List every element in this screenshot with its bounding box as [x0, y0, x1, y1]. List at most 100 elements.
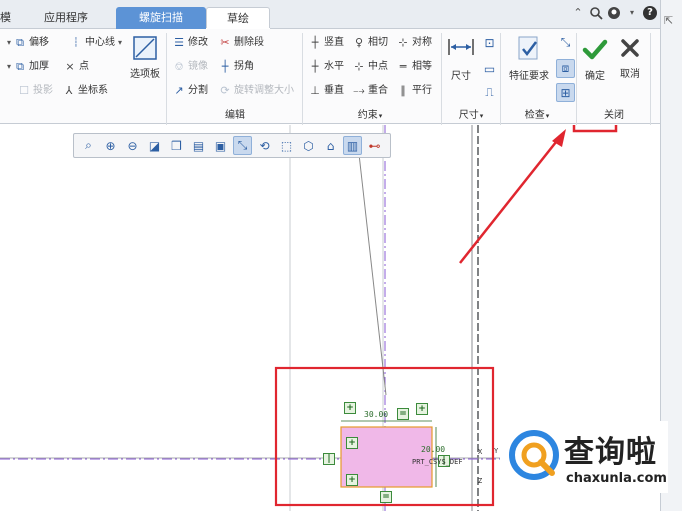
view-manager-icon[interactable]: ▣ [211, 136, 230, 155]
dropdown-caret-icon: ▾ [7, 62, 12, 71]
datum-display-icon[interactable]: ⬚ [277, 136, 296, 155]
highlight-open-ends-icon[interactable]: ⤡ [556, 33, 575, 52]
ok-button[interactable]: 确定 [578, 31, 612, 107]
corner-icon: ┼ [221, 60, 229, 73]
settings-icon[interactable]: ⊷ [365, 136, 384, 155]
horizontal-label: 水平 [324, 61, 344, 72]
in-graphics-toolbar: ⌕ ⊕ ⊖ ◪ ❒ ▤ ▣ ⤡ ⟲ ⬚ ⬡ ⌂ ▥ ⊷ [73, 133, 391, 158]
thicken-icon: ⧉ [16, 60, 24, 73]
point-label: 点 [79, 61, 89, 72]
dimension-vertical[interactable]: 20.00 [421, 445, 445, 454]
feature-requirements-button[interactable]: 特征要求 [506, 35, 552, 82]
constraint-coincident-button[interactable]: ⤍ 重合 [352, 82, 388, 100]
group-separator [441, 33, 442, 125]
community-icon[interactable] [607, 6, 621, 20]
constraint-vertical-button[interactable]: ┼ 竖直 [308, 34, 344, 52]
dimension-button[interactable]: 尺寸 [444, 37, 478, 82]
thicken-button[interactable]: ▾ ⧉ 加厚 [6, 58, 49, 76]
constraint-symmetric-button[interactable]: ⊹ 对称 [396, 34, 432, 52]
offset-button[interactable]: ▾ ⧉ 偏移 [6, 34, 49, 52]
references-icon[interactable]: ⟲ [255, 136, 274, 155]
constraint-handle[interactable]: + [346, 437, 358, 449]
sketch-display-icon[interactable]: ⤡ [233, 136, 252, 155]
group-separator [166, 33, 167, 125]
minimize-ribbon-icon[interactable]: ⌃ [571, 6, 585, 20]
constraint-perpendicular-button[interactable]: ⊥ 垂直 [308, 82, 344, 100]
constraint-horizontal-button[interactable]: ┼ 水平 [308, 58, 344, 76]
group-label-constraints[interactable]: 约束▾ [340, 109, 400, 123]
divide-button[interactable]: ↗ 分割 [172, 82, 208, 100]
watermark-title: 查询啦 [564, 435, 657, 470]
shade-closed-loops-icon[interactable]: ⊞ [556, 83, 575, 102]
repaint-icon[interactable]: ◪ [145, 136, 164, 155]
dropdown-caret-icon[interactable]: ▾ [625, 6, 639, 20]
tab-model[interactable]: 模 [0, 7, 16, 29]
help-icon[interactable]: ? [643, 6, 657, 20]
constraint-parallel-button[interactable]: ∥ 平行 [396, 82, 432, 100]
constraint-tangent-button[interactable]: ♀ 相切 [352, 34, 388, 52]
constraint-handle[interactable]: = [380, 491, 392, 503]
thicken-label: 加厚 [29, 61, 50, 72]
annotation-arrow [459, 136, 561, 264]
constraints-label-text: 约束 [357, 110, 378, 121]
constraint-handle[interactable]: | [323, 453, 335, 465]
offset-icon: ⧉ [16, 36, 24, 49]
constraint-midpoint-button[interactable]: ⊹ 中点 [352, 58, 388, 76]
chaxunla-logo-icon [509, 430, 559, 480]
refit-icon[interactable]: ⌕ [79, 136, 98, 155]
zoom-out-icon[interactable]: ⊖ [123, 136, 142, 155]
dimension-horizontal[interactable]: 30.00 [364, 410, 388, 419]
constraint-equal-button[interactable]: ═ 相等 [396, 58, 432, 76]
group-label-inspect[interactable]: 检查▾ [514, 109, 560, 123]
symmetric-label: 对称 [412, 37, 432, 48]
cancel-button[interactable]: 取消 [616, 37, 644, 80]
ribbon: ▾ ⧉ 偏移 ▾ ⧉ 加厚 ☐ 投影 ┆ 中心线 ▾ × 点 ⅄ 坐标系 选项板… [0, 29, 660, 125]
coordinate-system-label: 坐标系 [78, 85, 108, 96]
group-separator [650, 33, 651, 125]
dimension-label: 尺寸 [451, 71, 471, 82]
dropdown-caret-icon: ▾ [378, 112, 383, 120]
sketch-view-icon[interactable]: ⌂ [321, 136, 340, 155]
saved-orientations-icon[interactable]: ▤ [189, 136, 208, 155]
divide-label: 分割 [188, 85, 208, 96]
coordinate-system-label: PRT_CSYS_DEF [412, 458, 463, 466]
modify-button[interactable]: ☰ 修改 [172, 34, 208, 52]
feature-requirements-icon [518, 36, 538, 60]
baseline-icon[interactable]: ⎍ [480, 83, 499, 102]
zoom-in-icon[interactable]: ⊕ [101, 136, 120, 155]
constraint-handle[interactable]: + [416, 403, 428, 415]
constraint-handle[interactable]: + [346, 474, 358, 486]
watermark-url: chaxunla.com [566, 471, 667, 486]
tab-applications[interactable]: 应用程序 [22, 7, 110, 29]
spin-center-icon[interactable]: ⬡ [299, 136, 318, 155]
mirror-icon: ⎊ [174, 60, 184, 73]
tab-sketch[interactable]: 草绘 [206, 7, 270, 29]
display-style-icon[interactable]: ❒ [167, 136, 186, 155]
constraint-handle[interactable]: + [344, 402, 356, 414]
coordinate-system-icon: ⅄ [65, 84, 73, 97]
coordinate-system-button[interactable]: ⅄ 坐标系 [62, 82, 108, 100]
tab-helical-sweep[interactable]: 螺旋扫描 [116, 7, 206, 29]
rotate-resize-button[interactable]: ⟳ 旋转调整大小 [218, 82, 294, 100]
dimension-display-icon[interactable]: ▥ [343, 136, 362, 155]
dock-panel-icon[interactable]: ⇱ [664, 14, 673, 27]
constraint-handle[interactable]: = [397, 408, 409, 420]
midpoint-label: 中点 [368, 61, 388, 72]
centerline-icon: ┆ [73, 38, 79, 48]
mirror-button[interactable]: ⎊ 镜像 [172, 58, 208, 76]
divide-icon: ↗ [174, 84, 184, 97]
group-label-edit: 编辑 [225, 110, 245, 121]
rotate-resize-icon: ⟳ [220, 84, 230, 97]
delete-segment-button[interactable]: ✂ 删除段 [218, 34, 264, 52]
offset-label: 偏移 [29, 37, 50, 48]
search-icon[interactable] [589, 6, 603, 20]
group-label-dimension[interactable]: 尺寸▾ [448, 109, 494, 123]
centerline-button[interactable]: ┆ 中心线 ▾ [69, 34, 122, 52]
corner-button[interactable]: ┼ 拐角 [218, 58, 254, 76]
project-button[interactable]: ☐ 投影 [17, 82, 53, 100]
palette-button[interactable]: 选项板 [128, 35, 162, 80]
point-button[interactable]: × 点 [63, 58, 89, 76]
overlapping-geometry-icon[interactable]: ⧈ [556, 59, 575, 78]
reference-dimension-icon[interactable]: ▭ [480, 59, 499, 78]
perimeter-icon[interactable]: ⊡ [480, 33, 499, 52]
